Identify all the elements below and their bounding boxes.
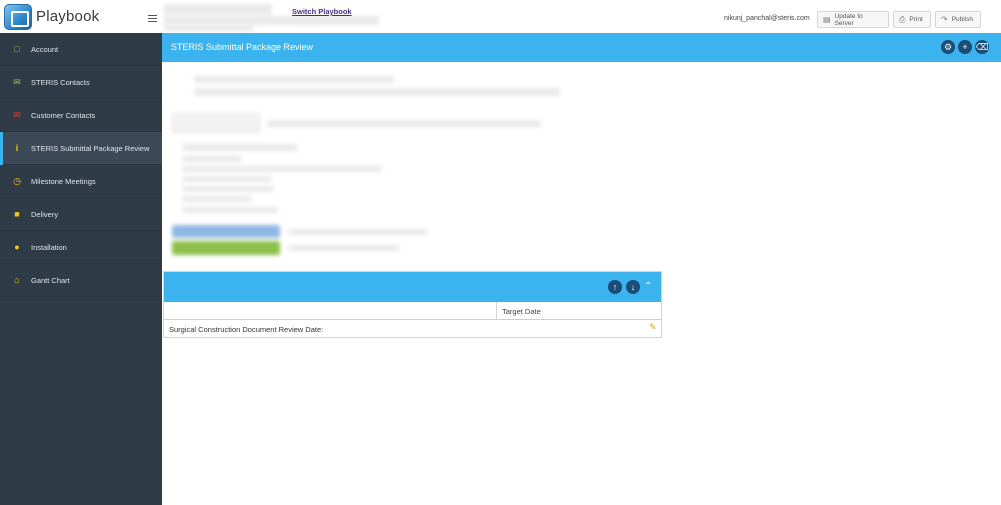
publish-label: Publish (951, 16, 974, 23)
review-date-panel: ↑ ↓ ⌃ Target Date Surgical Construction … (163, 271, 662, 338)
monitor-icon: □ (14, 44, 20, 54)
sidebar-item-label: Customer Contacts (31, 110, 96, 120)
sidebar-item-gantt-chart[interactable]: ⌂ Gantt Chart (0, 264, 162, 297)
update-to-server-label: Update to Server (834, 12, 863, 27)
blurred-text (288, 245, 400, 251)
blurred-text (267, 120, 541, 127)
print-button[interactable]: ⎙ Print (893, 11, 931, 28)
app-name: Playbook (36, 8, 100, 25)
home-icon: ⌂ (14, 275, 20, 285)
sidebar-item-label: Delivery (31, 209, 59, 219)
sidebar-item-label: Milestone Meetings (31, 176, 96, 186)
sidebar-item-steris-contacts[interactable]: ✉ STERIS Contacts (0, 66, 162, 99)
trash-icon: ⌫ (975, 41, 989, 52)
move-up-button[interactable]: ↑ (608, 280, 622, 294)
settings-button[interactable]: ⚙ (941, 40, 955, 54)
blurred-text (194, 76, 394, 83)
blurred-project-info (164, 25, 254, 31)
panel-header: ↑ ↓ ⌃ (164, 272, 661, 302)
sidebar-item-label: Gantt Chart (31, 275, 70, 285)
blurred-content (162, 62, 1001, 270)
sidebar-item-customer-contacts[interactable]: ✉ Customer Contacts (0, 99, 162, 132)
arrow-down-icon: ↓ (630, 281, 636, 292)
share-icon: ↷ (941, 15, 948, 24)
column-divider (496, 302, 497, 320)
hamburger-menu-icon[interactable] (148, 15, 157, 22)
sidebar-item-label: STERIS Submittal Package Review (31, 143, 150, 153)
table-header: Target Date (164, 302, 661, 320)
sidebar-item-label: Installation (31, 242, 67, 252)
update-to-server-button[interactable]: ▤ Update to Server (817, 11, 889, 28)
plus-icon: + (962, 41, 968, 52)
sidebar-item-account[interactable]: □ Account (0, 33, 162, 66)
blurred-project-info (164, 4, 272, 15)
sidebar-item-label: Account (31, 44, 59, 54)
printer-icon: ⎙ (899, 14, 906, 24)
blurred-text (182, 156, 242, 162)
delete-button[interactable]: ⌫ (975, 40, 989, 54)
publish-button[interactable]: ↷ Publish (935, 11, 981, 28)
envelope-icon: ✉ (13, 76, 21, 87)
blurred-text (182, 196, 252, 202)
blurred-text (182, 207, 278, 213)
blurred-project-info (164, 16, 379, 25)
info-icon: i (15, 143, 19, 153)
main-header: STERIS Submittal Package Review ⚙ + ⌫ (162, 33, 1001, 62)
sidebar-item-installation[interactable]: ● Installation (0, 231, 162, 264)
blurred-text (182, 186, 274, 192)
add-button[interactable]: + (958, 40, 972, 54)
page-title: STERIS Submittal Package Review (171, 42, 314, 52)
sidebar-item-delivery[interactable]: ■ Delivery (0, 198, 162, 231)
chevron-up-icon[interactable]: ⌃ (644, 281, 652, 292)
top-header: Playbook Switch Playbook nikunj_panchal@… (0, 0, 1001, 33)
blurred-text (182, 176, 272, 182)
pencil-edit-icon[interactable]: ✎ (649, 322, 657, 333)
switch-playbook-link[interactable]: Switch Playbook (292, 7, 352, 16)
blurred-input (172, 113, 260, 133)
move-down-button[interactable]: ↓ (626, 280, 640, 294)
envelope-icon: ✉ (13, 109, 21, 120)
blurred-blue-bar (172, 225, 280, 238)
print-label: Print (909, 16, 923, 23)
gear-icon: ⚙ (943, 41, 953, 52)
blurred-text (182, 144, 298, 151)
blurred-text (194, 88, 560, 96)
sidebar-item-milestone-meetings[interactable]: ◷ Milestone Meetings (0, 165, 162, 198)
row-label: Surgical Construction Document Review Da… (169, 325, 324, 334)
playbook-logo-icon (4, 3, 32, 30)
sidebar-item-label: STERIS Contacts (31, 77, 90, 87)
sidebar-item-submittal-package-review[interactable]: i STERIS Submittal Package Review (0, 132, 162, 165)
lock-icon: ■ (14, 209, 20, 219)
blurred-text (288, 229, 428, 235)
blurred-text (182, 166, 382, 172)
table-row: Surgical Construction Document Review Da… (164, 320, 661, 338)
brand[interactable]: Playbook (0, 0, 162, 33)
arrow-up-icon: ↑ (612, 281, 618, 292)
target-date-header: Target Date (502, 307, 541, 316)
blurred-green-bar (172, 241, 280, 255)
sidebar: □ Account ✉ STERIS Contacts ✉ Customer C… (0, 33, 162, 505)
user-email: nikunj_panchal@steris.com (724, 15, 810, 22)
clock-icon: ◷ (13, 175, 21, 186)
lightbulb-icon: ● (14, 242, 20, 252)
save-icon: ▤ (823, 15, 831, 24)
